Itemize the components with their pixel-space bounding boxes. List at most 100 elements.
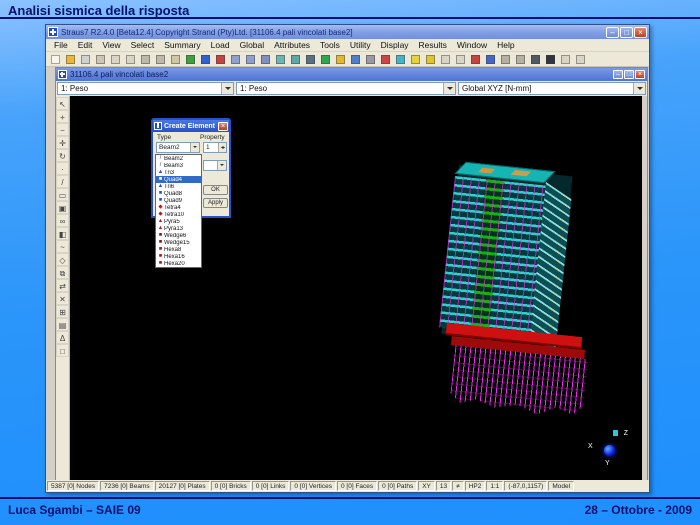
menu-item[interactable]: Load bbox=[206, 40, 235, 50]
black-tool-icon[interactable] bbox=[543, 52, 558, 66]
model-maximize-icon[interactable]: □ bbox=[624, 70, 634, 79]
element-option-quad8[interactable]: ■ Quad8 bbox=[156, 190, 201, 197]
print-icon[interactable] bbox=[93, 52, 108, 66]
close-icon[interactable]: × bbox=[634, 27, 647, 38]
dialog-close-icon[interactable]: × bbox=[218, 122, 228, 131]
element-option-hexa20[interactable]: ■ Hexa20 bbox=[156, 260, 201, 267]
maximize-icon[interactable]: □ bbox=[620, 27, 633, 38]
menu-item[interactable]: Window bbox=[452, 40, 492, 50]
cut-icon[interactable] bbox=[138, 52, 153, 66]
menu-item[interactable]: Utility bbox=[345, 40, 376, 50]
zoom-out-icon[interactable]: − bbox=[56, 123, 69, 136]
blue-line-icon[interactable] bbox=[483, 52, 498, 66]
chevron-down-icon[interactable] bbox=[190, 143, 199, 152]
element-option-tri3[interactable]: ▲ Tri3 bbox=[156, 169, 201, 176]
face-tool-icon[interactable]: ◧ bbox=[56, 227, 69, 240]
tool-c-icon[interactable] bbox=[558, 52, 573, 66]
save-file-icon[interactable] bbox=[78, 52, 93, 66]
extrude-tool-icon[interactable]: □ bbox=[56, 344, 69, 357]
zoom-in-icon[interactable]: + bbox=[56, 110, 69, 123]
element-option-beam2[interactable]: / Beam2 bbox=[156, 155, 201, 162]
apply-button[interactable]: Apply bbox=[203, 198, 228, 208]
measure-icon[interactable] bbox=[288, 52, 303, 66]
bulb-icon[interactable] bbox=[408, 52, 423, 66]
pan-icon[interactable]: ✛ bbox=[56, 136, 69, 149]
zoom-extents-icon[interactable] bbox=[198, 52, 213, 66]
element-option-tri6[interactable]: ▲ Tri6 bbox=[156, 183, 201, 190]
element-option-beam3[interactable]: / Beam3 bbox=[156, 162, 201, 169]
contour-icon[interactable] bbox=[348, 52, 363, 66]
menu-item[interactable]: Summary bbox=[159, 40, 205, 50]
element-option-hexa8[interactable]: ■ Hexa8 bbox=[156, 246, 201, 253]
element-option-tetra10[interactable]: ◆ Tetra10 bbox=[156, 211, 201, 218]
entity-toggle-icon[interactable] bbox=[303, 52, 318, 66]
select-pointer-icon[interactable]: ↖ bbox=[56, 97, 69, 110]
element-option-tetra4[interactable]: ◆ Tetra4 bbox=[156, 204, 201, 211]
table-results-icon[interactable] bbox=[363, 52, 378, 66]
menu-item[interactable]: File bbox=[49, 40, 73, 50]
measure-tool-icon[interactable]: Δ bbox=[56, 331, 69, 344]
online-sphere-icon[interactable] bbox=[318, 52, 333, 66]
element-option-quad4[interactable]: ■ Quad4 bbox=[156, 176, 201, 183]
tool-d-icon[interactable] bbox=[573, 52, 588, 66]
load-case-combo[interactable]: 1: Peso bbox=[57, 82, 234, 95]
chevron-down-icon[interactable] bbox=[633, 83, 645, 94]
menu-item[interactable]: Select bbox=[126, 40, 160, 50]
chevron-down-icon[interactable] bbox=[221, 83, 233, 94]
spreadsheet-icon[interactable] bbox=[243, 52, 258, 66]
menu-item[interactable]: Edit bbox=[73, 40, 98, 50]
redo-icon[interactable] bbox=[123, 52, 138, 66]
menu-item[interactable]: Display bbox=[376, 40, 414, 50]
brick-tool-icon[interactable]: ▣ bbox=[56, 201, 69, 214]
plate-tool-icon[interactable]: ▭ bbox=[56, 188, 69, 201]
element-type-combo[interactable]: Beam2 bbox=[156, 142, 200, 153]
open-file-icon[interactable] bbox=[63, 52, 78, 66]
spinner-arrows-icon[interactable] bbox=[218, 143, 226, 152]
snap-icon[interactable] bbox=[258, 52, 273, 66]
coordinate-system-combo[interactable]: Global XYZ [N-mm] bbox=[458, 82, 646, 95]
move-tool-icon[interactable]: ⇄ bbox=[56, 279, 69, 292]
edit-pencil-icon[interactable] bbox=[213, 52, 228, 66]
menu-item[interactable]: Help bbox=[492, 40, 519, 50]
new-file-icon[interactable] bbox=[48, 52, 63, 66]
element-option-pyra13[interactable]: ▲ Pyra13 bbox=[156, 225, 201, 232]
delete-tool-icon[interactable]: ✕ bbox=[56, 292, 69, 305]
node-snap-icon[interactable] bbox=[183, 52, 198, 66]
paste-icon[interactable] bbox=[168, 52, 183, 66]
red-line-icon[interactable] bbox=[468, 52, 483, 66]
menu-item[interactable]: Results bbox=[414, 40, 452, 50]
element-option-wedge6[interactable]: ■ Wedge6 bbox=[156, 232, 201, 239]
element-option-hexa16[interactable]: ■ Hexa16 bbox=[156, 253, 201, 260]
minimize-icon[interactable]: – bbox=[606, 27, 619, 38]
gray-tool2-icon[interactable] bbox=[513, 52, 528, 66]
gray-tool-icon[interactable] bbox=[498, 52, 513, 66]
menu-item[interactable]: Global bbox=[235, 40, 270, 50]
link-tool-icon[interactable]: ∞ bbox=[56, 214, 69, 227]
ok-button[interactable]: OK bbox=[203, 185, 228, 195]
grid-icon[interactable] bbox=[228, 52, 243, 66]
undo-icon[interactable] bbox=[108, 52, 123, 66]
warning-icon[interactable] bbox=[333, 52, 348, 66]
menu-item[interactable]: Attributes bbox=[269, 40, 315, 50]
beam-tool-icon[interactable]: / bbox=[56, 175, 69, 188]
copy-icon[interactable] bbox=[153, 52, 168, 66]
menu-item[interactable]: Tools bbox=[315, 40, 345, 50]
element-option-wedge15[interactable]: ■ Wedge15 bbox=[156, 239, 201, 246]
tool-b-icon[interactable] bbox=[453, 52, 468, 66]
flag-icon[interactable] bbox=[423, 52, 438, 66]
model-close-icon[interactable]: × bbox=[635, 70, 645, 79]
tool-a-icon[interactable] bbox=[438, 52, 453, 66]
copy-tool-icon[interactable]: ⧉ bbox=[56, 266, 69, 279]
rotate-view-icon[interactable]: ↻ bbox=[56, 149, 69, 162]
node-tool-icon[interactable]: · bbox=[56, 162, 69, 175]
palette-icon[interactable] bbox=[393, 52, 408, 66]
align-icon[interactable] bbox=[273, 52, 288, 66]
chevron-down-icon[interactable] bbox=[217, 161, 226, 170]
freedom-case-combo[interactable]: 1: Peso bbox=[236, 82, 456, 95]
grade-tool-icon[interactable]: ▤ bbox=[56, 318, 69, 331]
marker-icon[interactable] bbox=[378, 52, 393, 66]
element-option-pyra5[interactable]: ▲ Pyra5 bbox=[156, 218, 201, 225]
property-stepper[interactable]: 1 bbox=[203, 142, 227, 153]
model-minimize-icon[interactable]: – bbox=[613, 70, 623, 79]
property-combo[interactable] bbox=[203, 160, 227, 171]
